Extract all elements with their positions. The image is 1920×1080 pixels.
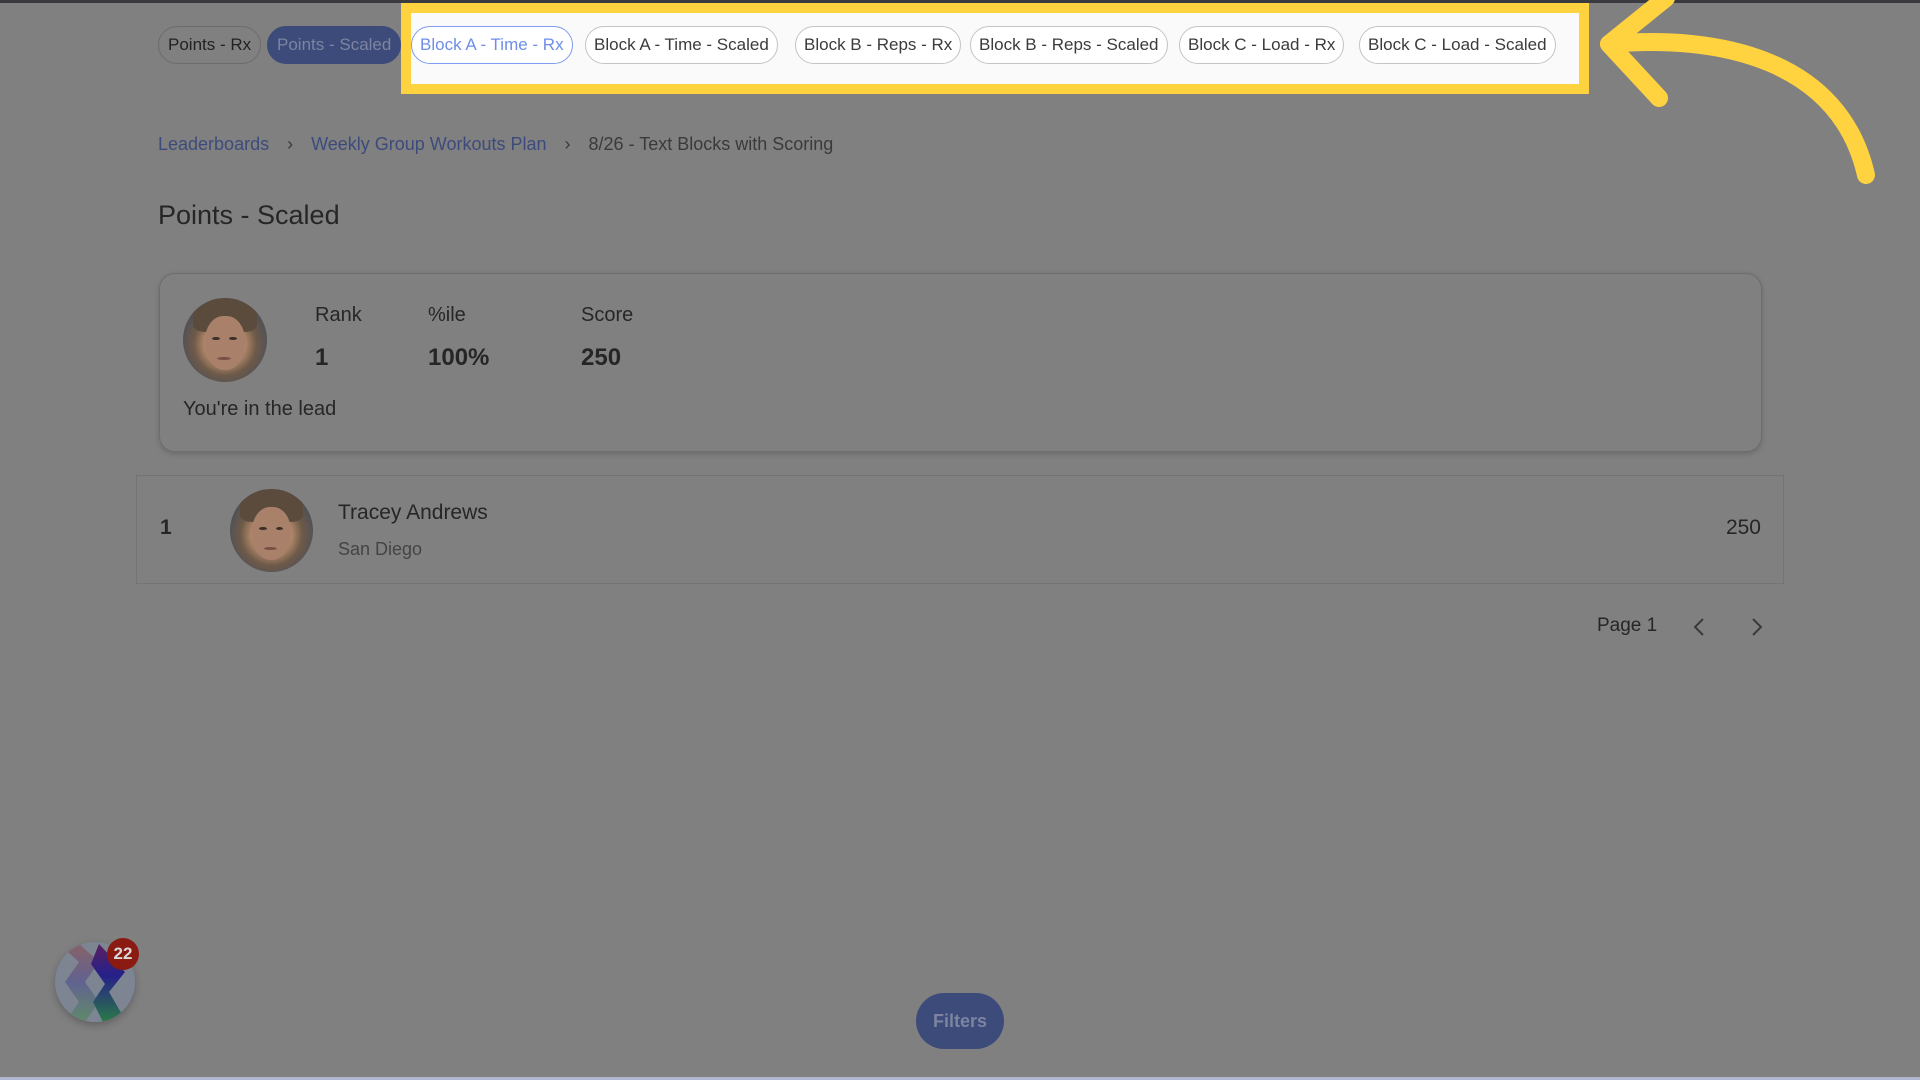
percentile-label: %ile: [428, 304, 466, 326]
tab-block-a-time-scaled[interactable]: Block A - Time - Scaled: [585, 26, 778, 64]
tab-points-rx[interactable]: Points - Rx: [158, 26, 262, 64]
breadcrumb: Leaderboards › Weekly Group Workouts Pla…: [158, 134, 833, 155]
lead-status-text: You're in the lead: [183, 398, 337, 420]
chevron-right-icon: ›: [564, 134, 571, 154]
highlight-box: Block A - Time - Rx Block A - Time - Sca…: [401, 3, 1589, 94]
page-indicator: Page 1: [1597, 615, 1658, 636]
breadcrumb-weekly-group-workouts-plan[interactable]: Weekly Group Workouts Plan: [311, 134, 546, 155]
score-label: Score: [581, 304, 634, 326]
row-score: 250: [1725, 516, 1761, 539]
row-rank: 1: [160, 516, 172, 539]
notification-badge: 22: [107, 938, 139, 970]
rank-value: 1: [315, 344, 329, 371]
tab-block-b-reps-scaled[interactable]: Block B - Reps - Scaled: [970, 26, 1168, 64]
table-row[interactable]: 1 Tracey Andrews San Diego 250: [136, 475, 1784, 584]
tab-block-c-load-scaled[interactable]: Block C - Load - Scaled: [1359, 26, 1556, 64]
avatar: [230, 489, 313, 572]
athlete-name[interactable]: Tracey Andrews: [338, 501, 488, 525]
rank-label: Rank: [315, 304, 362, 326]
page-title: Points - Scaled: [158, 200, 340, 230]
chevron-right-icon: ›: [287, 134, 294, 154]
athlete-location: San Diego: [338, 539, 423, 559]
filters-button[interactable]: Filters: [916, 993, 1004, 1049]
my-rank-card: Rank 1 %ile 100% Score 250 You're in the…: [159, 273, 1762, 452]
breadcrumb-leaderboards[interactable]: Leaderboards: [158, 134, 269, 155]
tab-points-scaled[interactable]: Points - Scaled: [267, 26, 402, 64]
score-value: 250: [581, 344, 622, 371]
avatar: [183, 298, 267, 382]
chevron-right-icon[interactable]: [1746, 614, 1768, 640]
percentile-value: 100%: [428, 344, 490, 371]
tab-block-c-load-rx[interactable]: Block C - Load - Rx: [1179, 26, 1345, 64]
tab-block-b-reps-rx[interactable]: Block B - Reps - Rx: [795, 26, 962, 64]
tab-block-a-time-rx[interactable]: Block A - Time - Rx: [411, 26, 573, 64]
chevron-left-icon[interactable]: [1688, 614, 1710, 640]
breadcrumb-current: 8/26 - Text Blocks with Scoring: [588, 134, 834, 154]
